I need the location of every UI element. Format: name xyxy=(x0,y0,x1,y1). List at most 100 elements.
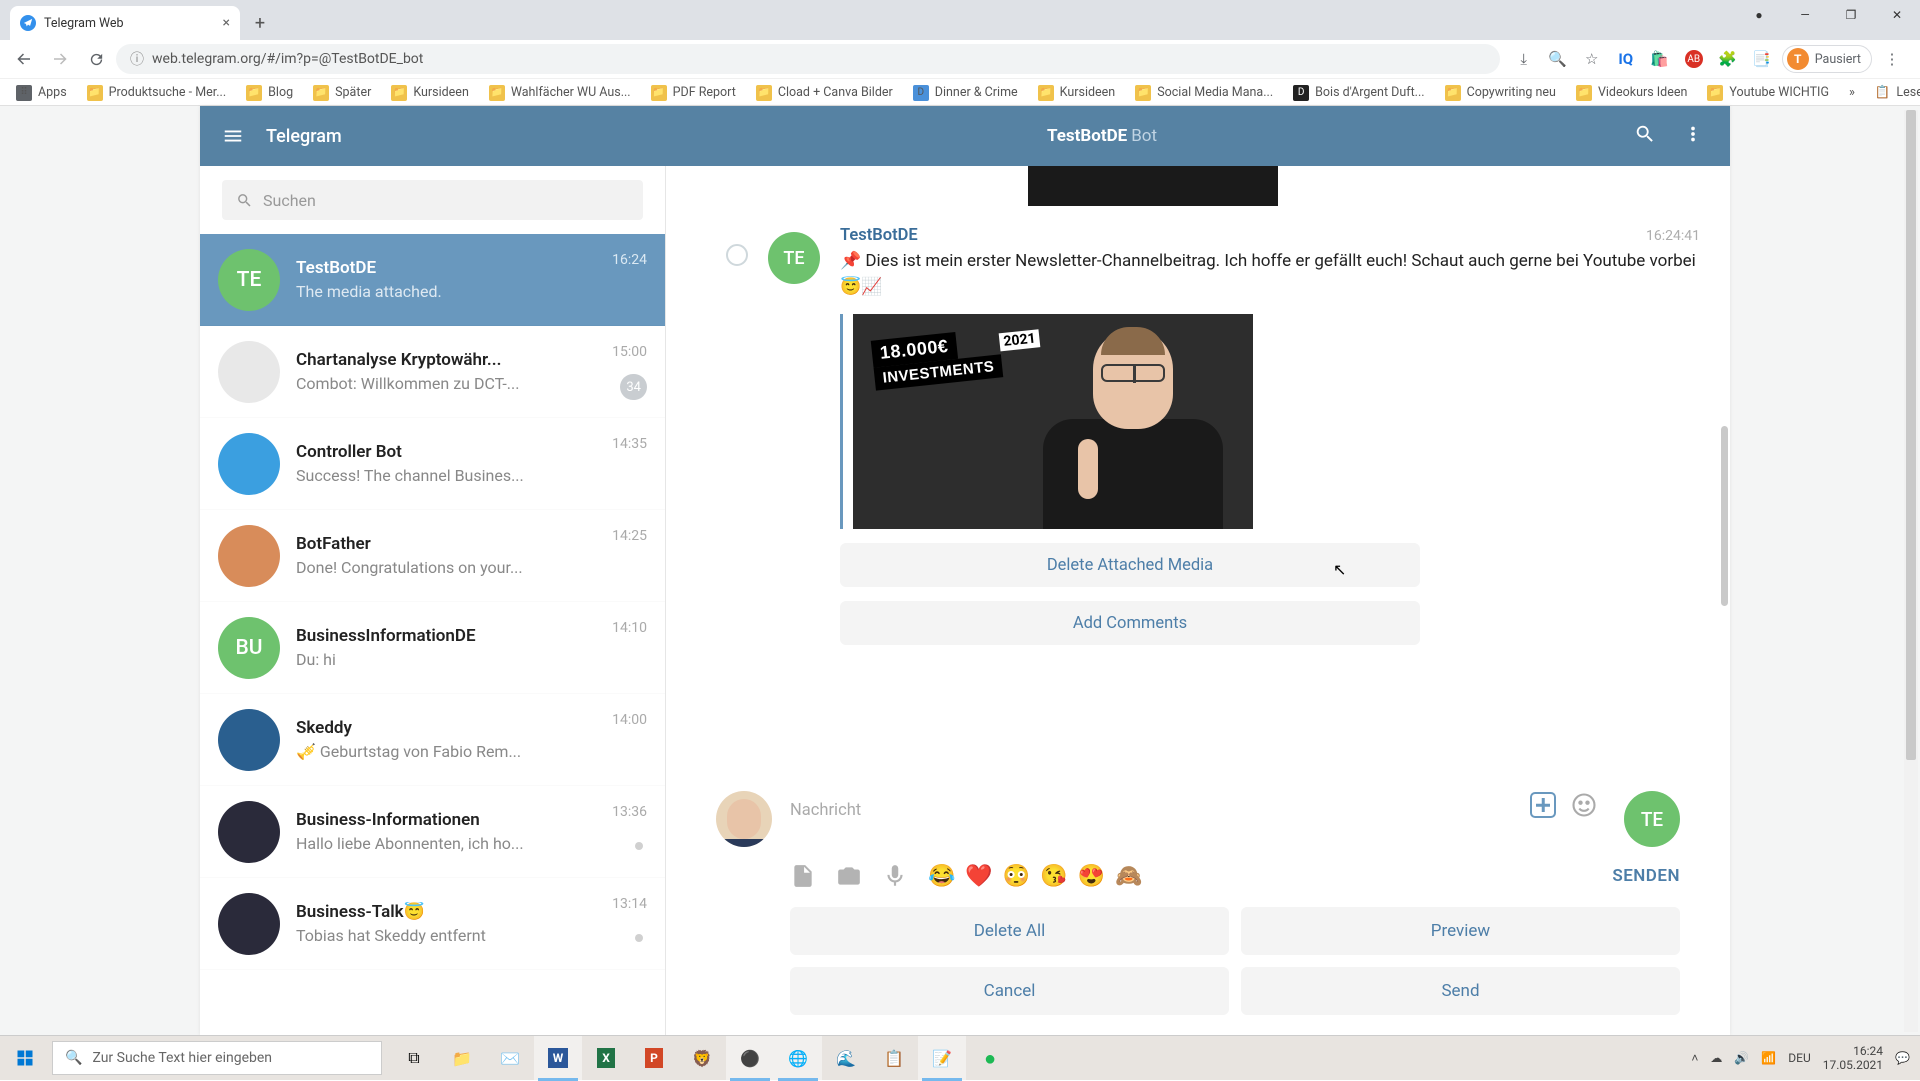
reload-button[interactable] xyxy=(80,43,112,75)
back-button[interactable] xyxy=(8,43,40,75)
tray-chevron-icon[interactable]: ˄ xyxy=(1691,1051,1698,1065)
delete-all-button[interactable]: Delete All xyxy=(790,907,1229,955)
url-field[interactable]: ⓘ web.telegram.org/#/im?p=@TestBotDE_bot xyxy=(116,44,1500,74)
cancel-button[interactable]: Cancel xyxy=(790,967,1229,1015)
minimize-icon[interactable]: — xyxy=(1782,0,1828,30)
brave-icon[interactable]: 🦁 xyxy=(678,1036,726,1081)
search-icon[interactable] xyxy=(1634,123,1656,149)
wifi-icon[interactable]: 📶 xyxy=(1761,1051,1776,1065)
zoom-icon[interactable]: 🔍 xyxy=(1544,45,1572,73)
taskbar-search[interactable]: 🔍 Zur Suche Text hier eingeben xyxy=(52,1041,382,1075)
emoji-button[interactable]: 😂 xyxy=(928,864,955,889)
bookmark-item[interactable]: 📁PDF Report xyxy=(643,82,744,104)
powerpoint-icon[interactable]: P xyxy=(630,1036,678,1081)
bookmark-item[interactable]: 📁Videokurs Ideen xyxy=(1568,82,1695,104)
chat-list-item[interactable]: Business-Talk😇Tobias hat Skeddy entfernt… xyxy=(200,878,665,970)
bot-avatar[interactable]: TE xyxy=(1624,791,1680,847)
search-input[interactable]: Suchen xyxy=(222,180,643,220)
clock[interactable]: 16:24 17.05.2021 xyxy=(1823,1044,1883,1073)
menu-button[interactable] xyxy=(200,125,266,147)
chrome-icon[interactable]: 🌐 xyxy=(774,1036,822,1081)
sync-icon[interactable]: ☁ xyxy=(1710,1051,1722,1065)
bookmark-item[interactable]: 📁Kursideen xyxy=(1030,82,1124,104)
bookmark-item[interactable]: 📁Produktsuche - Mer... xyxy=(79,82,234,104)
site-info-icon[interactable]: ⓘ xyxy=(130,49,144,69)
language-indicator[interactable]: DEU xyxy=(1788,1051,1810,1065)
adblock-icon[interactable]: AB xyxy=(1680,45,1708,73)
delete-media-button[interactable]: Delete Attached Media xyxy=(840,543,1420,587)
attachment-thumbnail[interactable]: 18.000€ INVESTMENTS 2021 xyxy=(853,314,1253,529)
more-icon[interactable] xyxy=(1682,123,1704,149)
browser-tab[interactable]: Telegram Web × xyxy=(10,6,240,40)
page-scrollbar[interactable] xyxy=(1904,110,1918,1032)
user-avatar[interactable] xyxy=(716,791,772,847)
bookmark-item[interactable]: 📁Youtube WICHTIG xyxy=(1699,82,1837,104)
explorer-icon[interactable]: 📁 xyxy=(438,1036,486,1081)
bookmark-item[interactable]: DDinner & Crime xyxy=(905,82,1026,104)
reading-list-icon[interactable]: 📑 xyxy=(1748,45,1776,73)
mail-icon[interactable]: ✉️ xyxy=(486,1036,534,1081)
notifications-icon[interactable]: 💬 xyxy=(1895,1051,1910,1065)
bookmark-overflow[interactable]: » xyxy=(1841,82,1863,103)
extensions-icon[interactable]: 🧩 xyxy=(1714,45,1742,73)
bookmark-item[interactable]: 📁Kursideen xyxy=(383,82,477,104)
emoji-button[interactable]: 😘 xyxy=(1040,864,1067,889)
maximize-icon[interactable]: ❐ xyxy=(1828,0,1874,30)
emoji-button[interactable]: 🙈 xyxy=(1115,864,1142,889)
chat-list-item[interactable]: BotFatherDone! Congratulations on your..… xyxy=(200,510,665,602)
chat-header-title[interactable]: TestBotDEBot xyxy=(596,126,1608,146)
chat-list-item[interactable]: Business-InformationenHallo liebe Abonne… xyxy=(200,786,665,878)
emoji-button[interactable]: ❤️ xyxy=(965,864,992,889)
new-tab-button[interactable]: + xyxy=(246,9,274,37)
bookmark-item[interactable]: 📁Social Media Mana... xyxy=(1127,82,1281,104)
close-tab-icon[interactable]: × xyxy=(223,15,230,31)
sender-avatar[interactable]: TE xyxy=(768,232,820,284)
task-view-icon[interactable]: ⧉ xyxy=(390,1036,438,1081)
excel-icon[interactable]: X xyxy=(582,1036,630,1081)
word-icon[interactable]: W xyxy=(534,1036,582,1081)
conversation-scrollbar[interactable] xyxy=(1721,426,1728,606)
message-area[interactable]: TE TestBotDE 16:24:41 📌 Dies ist mein er… xyxy=(666,166,1730,779)
chat-list-item[interactable]: Skeddy🎺 Geburtstag von Fabio Rem...14:00 xyxy=(200,694,665,786)
send-label[interactable]: SENDEN xyxy=(1612,866,1680,886)
sender-name[interactable]: TestBotDE xyxy=(840,226,1700,245)
app-icon[interactable]: 📋 xyxy=(870,1036,918,1081)
spotify-icon[interactable]: ● xyxy=(966,1036,1014,1081)
bookmark-star-icon[interactable]: ☆ xyxy=(1578,45,1606,73)
emoji-button[interactable]: 😍 xyxy=(1078,864,1105,889)
edge-icon[interactable]: 🌊 xyxy=(822,1036,870,1081)
attach-file-icon[interactable] xyxy=(790,863,816,889)
bookmark-item[interactable]: 📁Cload + Canva Bilder xyxy=(748,82,901,104)
chat-list-item[interactable]: Controller BotSuccess! The channel Busin… xyxy=(200,418,665,510)
send-button[interactable]: Send xyxy=(1241,967,1680,1015)
extension-icon[interactable]: 🛍️ xyxy=(1646,45,1674,73)
reading-list-button[interactable]: 📋Leseliste xyxy=(1867,82,1920,103)
emoji-button[interactable]: 😳 xyxy=(1003,864,1030,889)
notepad-icon[interactable]: 📝 xyxy=(918,1036,966,1081)
close-window-icon[interactable]: ✕ xyxy=(1874,0,1920,30)
bookmark-item[interactable]: 📁Später xyxy=(305,82,379,104)
scrollbar-thumb[interactable] xyxy=(1906,110,1916,760)
chat-list-item[interactable]: TETestBotDEThe media attached.16:24 xyxy=(200,234,665,326)
extension-icon[interactable]: IQ xyxy=(1612,45,1640,73)
browser-menu-icon[interactable]: ⋮ xyxy=(1878,45,1906,73)
obs-icon[interactable]: ⚫ xyxy=(726,1036,774,1081)
bookmark-item[interactable]: 📁Blog xyxy=(238,82,301,104)
install-app-icon[interactable]: ⤓ xyxy=(1510,45,1538,73)
profile-button[interactable]: T Pausiert xyxy=(1782,45,1872,73)
account-dot-icon[interactable]: ● xyxy=(1736,0,1782,30)
apps-button[interactable]: ⠿Apps xyxy=(8,82,75,104)
chat-list-item[interactable]: Chartanalyse Kryptowähr...Combot: Willko… xyxy=(200,326,665,418)
chat-list-item[interactable]: BUBusinessInformationDEDu: hi14:10 xyxy=(200,602,665,694)
bookmark-item[interactable]: DBois d'Argent Duft... xyxy=(1285,82,1432,104)
bookmark-item[interactable]: 📁Wahlfächer WU Aus... xyxy=(481,82,639,104)
emoji-picker-icon[interactable] xyxy=(1570,791,1598,819)
microphone-icon[interactable] xyxy=(882,863,908,889)
camera-icon[interactable] xyxy=(836,863,862,889)
chat-list[interactable]: TETestBotDEThe media attached.16:24Chart… xyxy=(200,234,665,1035)
preview-button[interactable]: Preview xyxy=(1241,907,1680,955)
volume-icon[interactable]: 🔊 xyxy=(1734,1051,1749,1065)
add-comments-button[interactable]: Add Comments xyxy=(840,601,1420,645)
start-button[interactable] xyxy=(0,1036,50,1081)
select-checkbox[interactable] xyxy=(726,244,748,266)
